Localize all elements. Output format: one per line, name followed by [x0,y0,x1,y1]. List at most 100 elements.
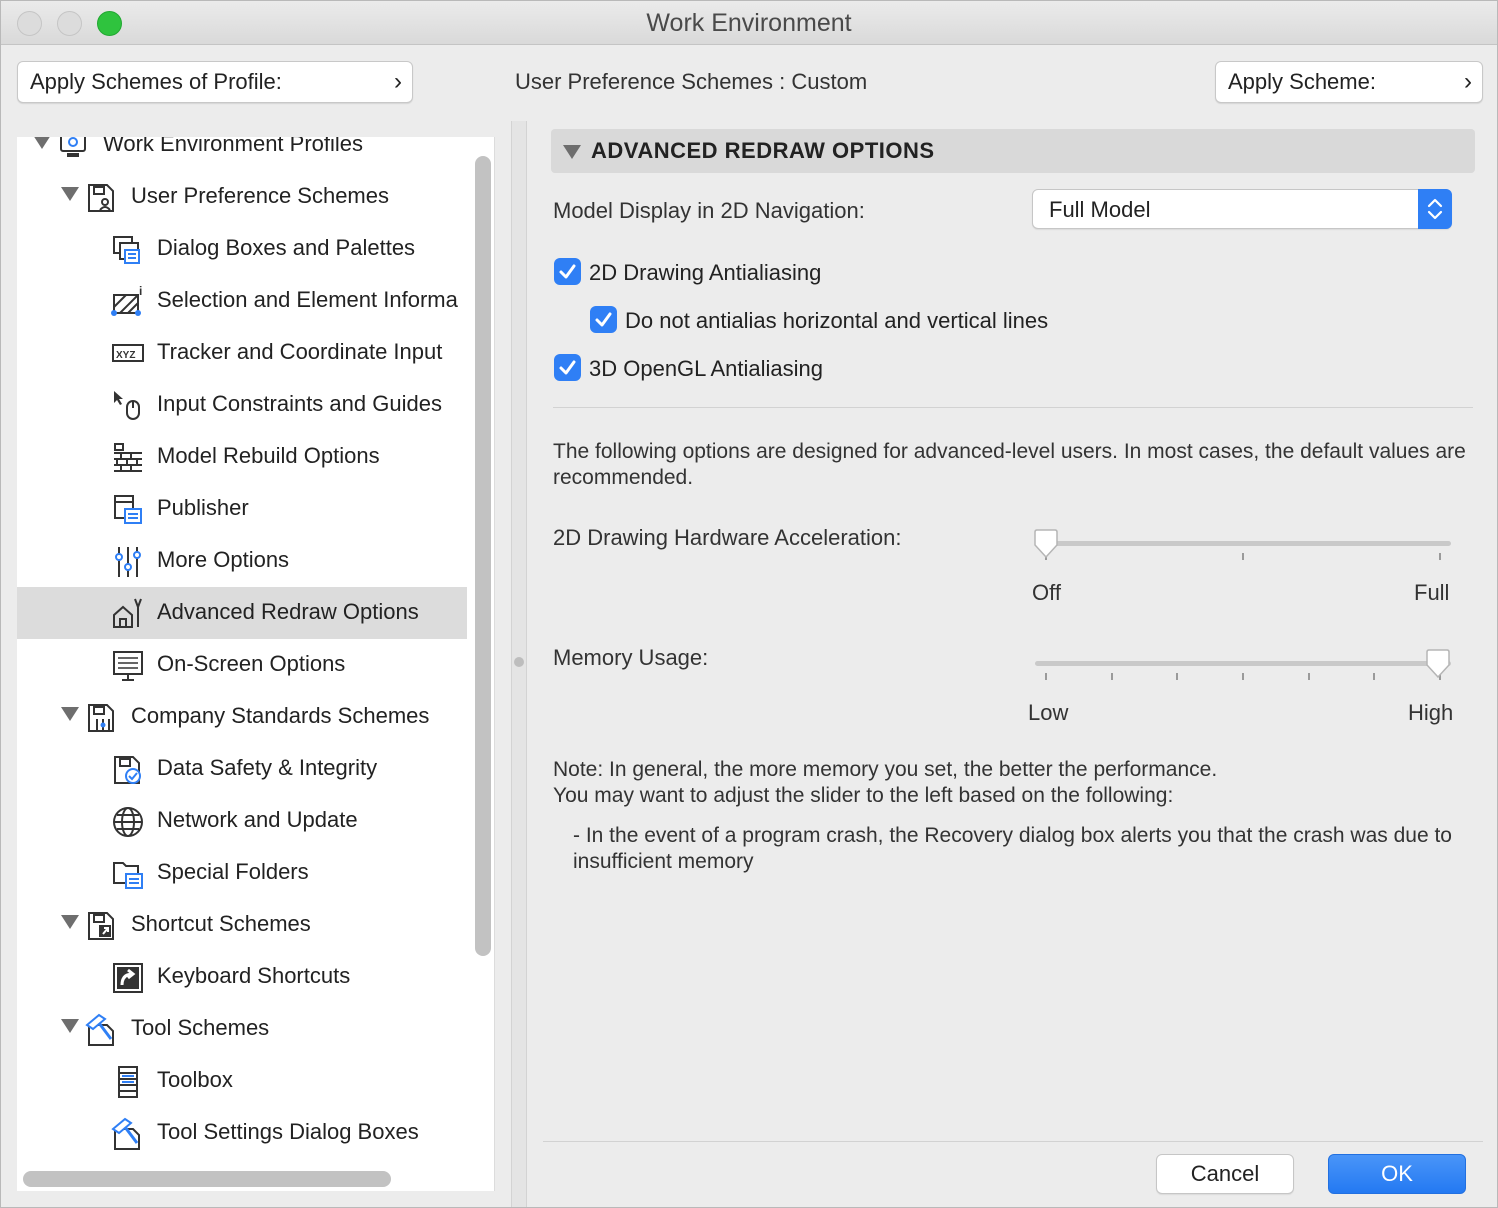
tree-item[interactable]: Data Safety & Integrity [17,743,467,795]
tree-item-label: Advanced Redraw Options [157,599,419,624]
apply-profile-label: Apply Schemes of Profile: [30,69,282,94]
antialias-2d-label[interactable]: 2D Drawing Antialiasing [589,260,821,286]
tree-item-label: Toolbox [157,1067,233,1092]
ok-button[interactable]: OK [1328,1154,1466,1194]
apply-scheme-label: Apply Scheme: [1228,69,1376,94]
checkmark-icon [559,360,576,375]
company-scheme-icon [85,701,119,735]
slider-knob[interactable] [1425,649,1451,679]
slider-tick [1439,553,1441,560]
slider-tick [1242,553,1244,560]
disclosure-triangle-icon[interactable] [61,915,79,929]
disclosure-triangle-icon[interactable] [61,1019,79,1033]
cancel-button[interactable]: Cancel [1156,1154,1294,1194]
tree-item[interactable]: Keyboard Shortcuts [17,951,467,1003]
tree-item-label: Input Constraints and Guides [157,391,442,416]
tree-item[interactable]: Shortcut Schemes [17,899,467,951]
antialias-3d-checkbox[interactable] [554,354,581,381]
tree-item[interactable]: More Options [17,535,467,587]
tree-item[interactable]: Publisher [17,483,467,535]
tree-item[interactable]: Toolbox [17,1055,467,1107]
tree-item-label: User Preference Schemes [131,183,389,208]
model-display-select[interactable]: Full Model [1032,189,1452,229]
tree-item[interactable]: On-Screen Options [17,639,467,691]
memory-min-label: Low [1028,700,1069,725]
sliders-icon [111,545,145,579]
memory-note-line-2: You may want to adjust the slider to the… [553,784,1174,807]
monitor-icon [111,649,145,683]
hw-accel-max-label: Full [1414,580,1450,605]
memory-note-bullet: - In the event of a program crash, the R… [573,824,1452,873]
slider-track[interactable] [1035,541,1451,546]
slider-tick [1373,673,1376,680]
tree-item[interactable]: Input Constraints and Guides [17,379,467,431]
tree-item-label: Publisher [157,495,249,520]
tree-vertical-scrollbar[interactable] [475,156,491,956]
tree-item[interactable]: XYZ Tracker and Coordinate Input [17,327,467,379]
window-title: Work Environment [646,9,852,37]
disclosure-triangle-icon[interactable] [61,187,79,201]
tree-item[interactable]: User Preference Schemes [17,171,467,223]
disclosure-triangle-icon[interactable] [61,707,79,721]
tree-item[interactable]: Work Environment Profiles [17,137,467,171]
tree-panel: Work Environment Profiles User Preference… [17,137,495,1191]
globe-icon [111,805,145,839]
shortcut-scheme-icon [85,909,119,943]
tree-item-label: Keyboard Shortcuts [157,963,351,988]
slider-knob[interactable] [1033,529,1059,559]
toolbox-icon [111,1065,145,1099]
tree-item[interactable]: Network and Update [17,795,467,847]
tree-item[interactable]: Tool Settings Dialog Boxes [17,1107,467,1159]
chevron-right-icon: › [394,68,402,95]
tree-item-label: Dialog Boxes and Palettes [157,235,416,260]
house-redraw-icon [111,597,145,631]
apply-profile-button[interactable]: Apply Schemes of Profile: › [17,61,413,103]
checkmark-icon [559,264,576,279]
slider-tick [1242,673,1244,680]
scheme-value: Custom [791,69,868,94]
tree-item-label: Special Folders [157,859,309,884]
tree-item[interactable]: i Selection and Element Informa [17,275,467,327]
memory-note-line-1: Note: In general, the more memory you se… [553,758,1218,781]
tree-item[interactable]: Dialog Boxes and Palettes [17,223,467,275]
work-environment-window: Work Environment Apply Schemes of Profil… [0,0,1498,1208]
tree-item-label: Network and Update [157,807,358,832]
pane-splitter[interactable] [511,121,527,1207]
svg-text:i: i [139,285,142,298]
slider-tick [1110,673,1113,680]
selection-info-icon: i [111,284,145,319]
select-stepper-icon [1418,189,1452,229]
tree-item-label: Shortcut Schemes [131,911,311,936]
tree-item[interactable]: Special Folders [17,847,467,899]
no-antialias-hv-label[interactable]: Do not antialias horizontal and vertical… [625,308,1048,334]
folder-icon [111,857,145,891]
tree-item-label: Tracker and Coordinate Input [157,339,443,364]
model-display-value: Full Model [1049,197,1151,222]
keyboard-shortcut-icon [111,961,145,995]
user-scheme-icon [85,181,119,215]
tree-item-label: Tool Schemes [131,1015,270,1040]
disclosure-triangle-icon[interactable] [33,137,51,149]
disclosure-triangle-icon[interactable] [563,145,581,159]
splitter-handle[interactable] [514,657,524,667]
tree-item-label: Model Rebuild Options [157,443,380,468]
divider [553,407,1473,408]
tree-horizontal-scrollbar[interactable] [23,1171,391,1187]
tree-item-label: Tool Settings Dialog Boxes [157,1119,419,1144]
scheme-caption: User Preference Schemes : [515,69,792,94]
antialias-2d-checkbox[interactable] [554,258,581,285]
tree-item-label: Data Safety & Integrity [157,755,378,780]
tree-item[interactable]: Company Standards Schemes [17,691,467,743]
antialias-3d-label[interactable]: 3D OpenGL Antialiasing [589,356,823,382]
apply-scheme-button[interactable]: Apply Scheme: › [1215,61,1483,103]
title-bar: Work Environment [1,1,1497,45]
tree-item-label: Work Environment Profiles [103,137,364,156]
data-safety-icon [111,753,145,787]
tree-item[interactable]: Model Rebuild Options [17,431,467,483]
tree-item[interactable]: Advanced Redraw Options [17,587,467,639]
slider-track[interactable] [1035,661,1451,666]
tree-item[interactable]: Tool Schemes [17,1003,467,1055]
hw-accel-label: 2D Drawing Hardware Acceleration: [553,525,902,550]
no-antialias-hv-checkbox[interactable] [590,306,617,333]
section-header[interactable]: ADVANCED REDRAW OPTIONS [551,129,1475,173]
